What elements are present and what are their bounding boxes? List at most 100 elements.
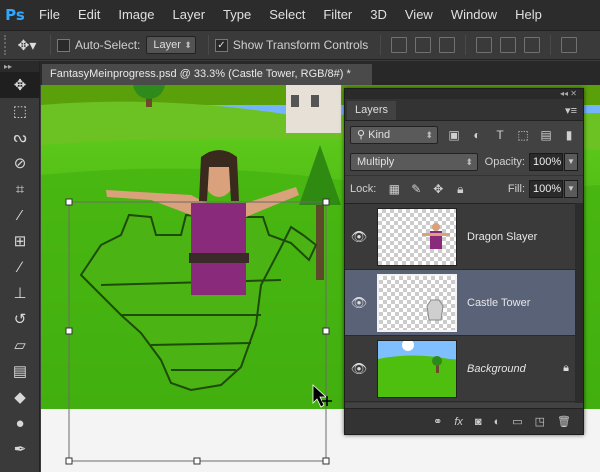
document-tab[interactable]: FantasyMeinprogress.psd @ 33.3% (Castle … <box>42 64 372 85</box>
panel-collapse-icon[interactable]: ◂◂ ✕ <box>345 89 583 99</box>
visibility-eye-icon[interactable]: 👁︎ <box>345 229 373 245</box>
gradient-tool-icon[interactable]: ▤ <box>0 358 40 384</box>
fill-input[interactable]: 100% <box>529 180 563 198</box>
tab-layers[interactable]: Layers <box>347 101 397 120</box>
mask-icon[interactable]: ◙ <box>475 416 482 428</box>
menu-help[interactable]: Help <box>506 0 551 30</box>
align-left-icon[interactable] <box>476 37 493 53</box>
align-top-icon[interactable] <box>391 37 408 53</box>
menu-layer[interactable]: Layer <box>164 0 215 30</box>
menu-3d[interactable]: 3D <box>361 0 396 30</box>
filter-smart-object-icon[interactable]: ▤ <box>539 128 553 142</box>
layer-list: 👁︎ Dragon Slayer 👁︎ Castle Tower 👁︎ Back… <box>345 203 583 403</box>
filter-type-icon[interactable]: T <box>493 128 507 142</box>
menu-window[interactable]: Window <box>442 0 506 30</box>
show-transform-checkbox[interactable]: ✓ <box>214 38 228 52</box>
fill-label: Fill: <box>507 183 525 195</box>
filter-toggle-icon[interactable]: ▮ <box>562 128 576 142</box>
lock-row: Lock: ▦ ✎ ✥ 🔒︎ Fill: 100% ▼ <box>345 175 583 202</box>
lock-image-pixels-icon[interactable]: ✎ <box>408 182 424 196</box>
trash-icon[interactable]: 🗑︎ <box>557 415 571 428</box>
visibility-eye-icon[interactable]: 👁︎ <box>345 295 373 311</box>
filter-pixel-icon[interactable]: ▣ <box>447 128 461 142</box>
options-bar: ✥▾ Auto-Select: Layer ✓ Show Transform C… <box>0 30 600 60</box>
fx-icon[interactable]: fx <box>454 416 463 428</box>
quick-select-tool-icon[interactable]: ⊘ <box>0 150 40 176</box>
menu-type[interactable]: Type <box>214 0 260 30</box>
filter-shape-icon[interactable]: ⬚ <box>516 128 530 142</box>
panel-menu-icon[interactable]: ▾≡ <box>565 104 577 117</box>
group-icon[interactable]: ▭ <box>512 415 522 428</box>
lasso-tool-icon[interactable]: ᔓ <box>0 124 40 150</box>
auto-select-dropdown[interactable]: Layer <box>146 36 196 54</box>
align-right-icon[interactable] <box>524 37 541 53</box>
distribute-top-icon[interactable] <box>561 37 578 53</box>
layer-filter-row: ⚲ Kind ▣ ◐ T ⬚ ▤ ▮ <box>345 121 583 148</box>
filter-kind-dropdown[interactable]: ⚲ Kind <box>350 125 438 144</box>
move-tool-icon[interactable]: ✥ <box>0 72 40 98</box>
divider <box>50 35 51 55</box>
healing-brush-tool-icon[interactable]: ⊞ <box>0 228 40 254</box>
new-layer-icon[interactable]: ◳ <box>535 415 545 428</box>
lock-position-icon[interactable]: ✥ <box>430 182 446 196</box>
layers-panel: ◂◂ ✕ Layers ▾≡ ⚲ Kind ▣ ◐ T ⬚ ▤ ▮ Multip… <box>344 88 584 435</box>
dodge-tool-icon[interactable]: ● <box>0 410 40 436</box>
layer-lock-icon: 🔒︎ <box>563 362 569 374</box>
lock-all-icon[interactable]: 🔒︎ <box>452 182 468 197</box>
layer-row-background[interactable]: 👁︎ Background 🔒︎ <box>345 336 583 402</box>
filter-adjustment-icon[interactable]: ◐ <box>470 128 484 142</box>
adjustment-icon[interactable]: ◐ <box>494 416 501 428</box>
layers-panel-footer: ⚭ fx ◙ ◐ ▭ ◳ 🗑︎ <box>345 408 583 434</box>
lock-transparent-pixels-icon[interactable]: ▦ <box>386 182 402 196</box>
layer-row-castle-tower[interactable]: 👁︎ Castle Tower <box>345 270 583 336</box>
layer-name[interactable]: Dragon Slayer <box>467 231 537 243</box>
brush-tool-icon[interactable]: ∕ <box>0 254 40 280</box>
align-bottom-icon[interactable] <box>439 37 456 53</box>
divider <box>380 35 382 55</box>
photoshop-window: Ps File Edit Image Layer Type Select Fil… <box>0 0 600 472</box>
app-logo: Ps <box>5 6 25 24</box>
layer-row-dragon-slayer[interactable]: 👁︎ Dragon Slayer <box>345 204 583 270</box>
crop-tool-icon[interactable]: ⌗ <box>0 176 40 202</box>
lock-label: Lock: <box>350 183 377 195</box>
visibility-eye-icon[interactable]: 👁︎ <box>345 361 373 377</box>
layer-name[interactable]: Background <box>467 363 526 375</box>
menu-edit[interactable]: Edit <box>69 0 109 30</box>
tools-panel-collapse-icon[interactable]: ▸▸ <box>0 61 39 72</box>
menu-filter[interactable]: Filter <box>314 0 361 30</box>
layer-thumbnail <box>377 207 457 266</box>
clone-stamp-tool-icon[interactable]: ⊥ <box>0 280 40 306</box>
opacity-dropdown-icon[interactable]: ▼ <box>564 152 578 171</box>
layer-list-scrollbar[interactable] <box>575 203 583 403</box>
menu-file[interactable]: File <box>30 0 69 30</box>
blend-row: Multiply Opacity: 100% ▼ <box>345 148 583 175</box>
link-icon[interactable]: ⚭ <box>433 415 442 428</box>
eraser-tool-icon[interactable]: ▱ <box>0 332 40 358</box>
move-tool-preset-icon[interactable]: ✥▾ <box>10 37 44 54</box>
menu-image[interactable]: Image <box>109 0 163 30</box>
blend-mode-dropdown[interactable]: Multiply <box>350 152 478 171</box>
blur-tool-icon[interactable]: ◆ <box>0 384 40 410</box>
menu-select[interactable]: Select <box>260 0 314 30</box>
layer-name[interactable]: Castle Tower <box>467 297 530 309</box>
pen-tool-icon[interactable]: ✒ <box>0 436 40 462</box>
opacity-label: Opacity: <box>484 155 525 168</box>
menu-bar: Ps File Edit Image Layer Type Select Fil… <box>0 0 600 30</box>
menu-view[interactable]: View <box>396 0 442 30</box>
document-tab-strip: FantasyMeinprogress.psd @ 33.3% (Castle … <box>40 61 600 85</box>
align-hcenter-icon[interactable] <box>500 37 517 53</box>
align-vcenter-icon[interactable] <box>415 37 432 53</box>
filter-kind-label: Kind <box>368 128 391 141</box>
tools-panel: ▸▸ ✥ ⬚ ᔓ ⊘ ⌗ ⁄ ⊞ ∕ ⊥ ↺ ▱ ▤ ◆ ● ✒ <box>0 61 40 472</box>
opacity-input[interactable]: 100% <box>529 152 563 171</box>
layer-thumbnail <box>377 339 457 398</box>
fill-dropdown-icon[interactable]: ▼ <box>564 180 578 198</box>
divider <box>465 35 467 55</box>
auto-select-label: Auto-Select: <box>75 38 141 52</box>
show-transform-label: Show Transform Controls <box>232 38 369 52</box>
eyedropper-tool-icon[interactable]: ⁄ <box>0 202 40 228</box>
divider <box>550 35 552 55</box>
marquee-tool-icon[interactable]: ⬚ <box>0 98 40 124</box>
history-brush-tool-icon[interactable]: ↺ <box>0 306 40 332</box>
auto-select-checkbox[interactable] <box>57 38 70 52</box>
